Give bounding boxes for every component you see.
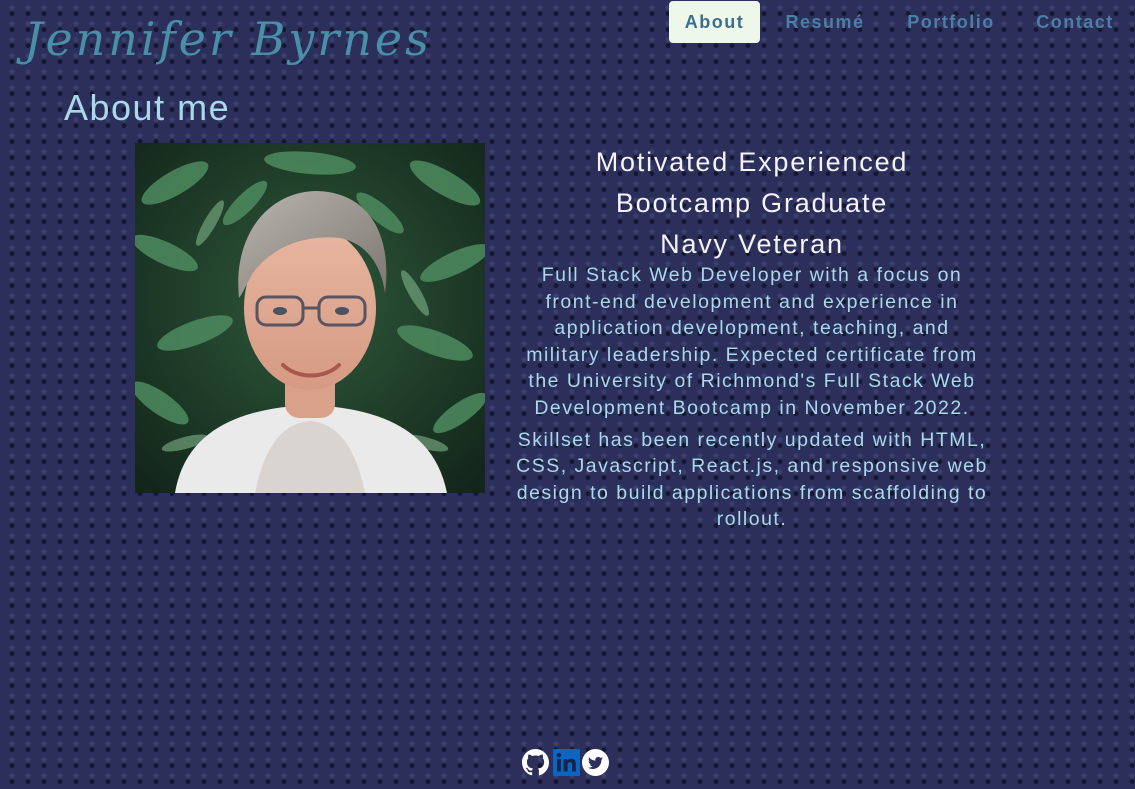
linkedin-icon (553, 749, 580, 776)
twitter-link[interactable] (582, 749, 609, 776)
site-name[interactable]: Jennifer Byrnes (24, 6, 432, 72)
github-link[interactable] (522, 749, 549, 776)
profile-photo (135, 143, 485, 493)
linkedin-link[interactable] (553, 749, 580, 776)
headline-line-2: Bootcamp Graduate (615, 188, 889, 218)
nav-resume-tab[interactable]: Resumé (778, 1, 872, 43)
profile-photo-image (135, 143, 485, 493)
github-icon (522, 749, 549, 776)
page-title: About me (64, 87, 231, 128)
twitter-icon (582, 749, 609, 776)
nav-contact-tab[interactable]: Contact (1029, 1, 1121, 43)
main-nav: About Resumé Portfolio Contact (655, 1, 1135, 45)
nav-about-tab[interactable]: About (669, 1, 760, 43)
headline-line-3: Navy Veteran (660, 229, 844, 259)
nav-portfolio-tab[interactable]: Portfolio (899, 1, 1003, 43)
bio-paragraph-2: Skillset has been recently updated with … (516, 428, 988, 531)
bio-section: Motivated Experienced Bootcamp Graduate … (504, 142, 1000, 533)
bio-paragraph-1: Full Stack Web Developer with a focus on… (526, 264, 978, 419)
headline-line-1: Motivated Experienced (595, 147, 909, 177)
